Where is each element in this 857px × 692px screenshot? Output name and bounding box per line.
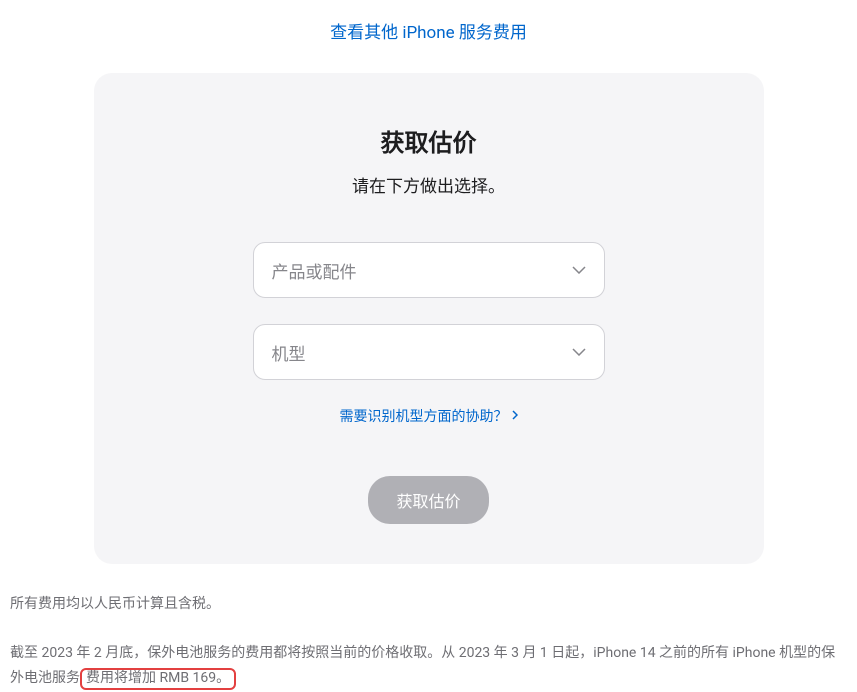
chevron-down-icon [572, 266, 586, 274]
product-select-wrapper: 产品或配件 [253, 242, 605, 298]
top-link-container: 查看其他 iPhone 服务费用 [0, 0, 857, 73]
product-select[interactable]: 产品或配件 [253, 242, 605, 298]
card-title: 获取估价 [134, 123, 724, 158]
help-link-row: 需要识别机型方面的协助？ [134, 406, 724, 476]
card-subtitle: 请在下方做出选择。 [134, 172, 724, 197]
other-services-link[interactable]: 查看其他 iPhone 服务费用 [330, 23, 527, 43]
chevron-down-icon [572, 348, 586, 356]
model-select-label: 机型 [272, 340, 306, 365]
estimate-card: 获取估价 请在下方做出选择。 产品或配件 机型 需要识别机型方面的协助？ [94, 73, 764, 564]
chevron-right-icon [512, 408, 518, 424]
get-estimate-button[interactable]: 获取估价 [368, 476, 488, 524]
price-increase-highlight: 费用将增加 RMB 169。 [80, 668, 236, 690]
footer-line-1: 所有费用均以人民币计算且含税。 [10, 592, 847, 617]
footer-text: 所有费用均以人民币计算且含税。 截至 2023 年 2 月底，保外电池服务的费用… [0, 588, 857, 692]
help-link-text: 需要识别机型方面的协助？ [340, 406, 508, 426]
footer-line-2: 截至 2023 年 2 月底，保外电池服务的费用都将按照当前的价格收取。从 20… [10, 641, 847, 691]
identify-model-help-link[interactable]: 需要识别机型方面的协助？ [340, 406, 518, 426]
product-select-label: 产品或配件 [272, 258, 357, 283]
model-select-wrapper: 机型 [253, 324, 605, 380]
model-select[interactable]: 机型 [253, 324, 605, 380]
